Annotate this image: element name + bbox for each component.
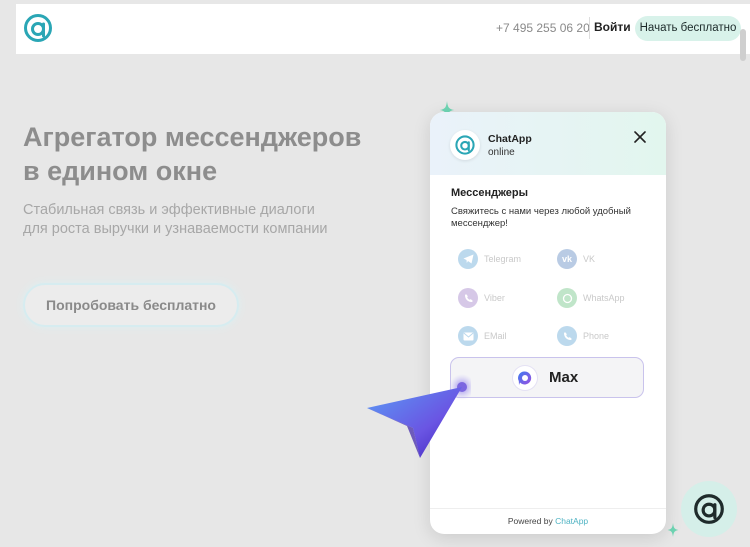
scrollbar-thumb[interactable] — [740, 29, 746, 61]
widget-header: ChatApp online — [430, 112, 666, 175]
messenger-phone[interactable]: Phone — [557, 325, 609, 347]
chat-widget: ChatApp online Мессенджеры Свяжитесь с н… — [430, 112, 666, 534]
viber-icon — [458, 288, 478, 308]
whatsapp-icon — [557, 288, 577, 308]
vk-icon: vk — [557, 249, 577, 269]
telegram-icon — [458, 249, 478, 269]
sparkle-icon — [667, 523, 679, 537]
max-messenger-button[interactable]: Max — [450, 357, 644, 398]
messenger-vk[interactable]: vk VK — [557, 248, 595, 270]
messenger-label: Phone — [583, 331, 610, 341]
messenger-label: WhatsApp — [583, 293, 625, 303]
hero-subtitle-line: для роста выручки и узнаваемости компани… — [23, 221, 328, 237]
messenger-email[interactable]: EMail — [458, 325, 507, 347]
login-link[interactable]: Войти — [594, 20, 631, 34]
cursor-pointer-icon — [367, 374, 471, 458]
messenger-whatsapp[interactable]: WhatsApp — [557, 287, 625, 309]
hero-title-line: в едином окне — [23, 156, 218, 186]
chatapp-logo-icon[interactable] — [22, 12, 54, 44]
header-divider — [589, 17, 590, 39]
widget-status: online — [488, 147, 515, 158]
hero-subtitle-line: Стабильная связь и эффективные диалоги — [23, 202, 315, 218]
powered-by-brand[interactable]: ChatApp — [555, 516, 588, 526]
hero-subtitle: Стабильная связь и эффективные диалоги д… — [23, 201, 403, 239]
try-free-button[interactable]: Попробовать бесплатно — [23, 283, 239, 327]
chat-launcher-button[interactable] — [681, 481, 737, 537]
close-icon[interactable] — [633, 130, 647, 144]
messenger-viber[interactable]: Viber — [458, 287, 505, 309]
messengers-title: Мессенджеры — [451, 187, 528, 199]
site-header: +7 495 255 06 20 Войти Начать бесплатно — [16, 4, 750, 54]
chatapp-logo-icon — [455, 135, 475, 155]
powered-by: Powered by ChatApp — [430, 516, 666, 526]
max-label: Max — [549, 369, 579, 386]
max-icon — [513, 366, 537, 390]
hero-title-line: Агрегатор мессенджеров — [23, 122, 362, 152]
messenger-label: Telegram — [484, 254, 522, 264]
messenger-label: Viber — [484, 293, 505, 303]
widget-title: ChatApp — [488, 133, 532, 145]
chatapp-logo-icon — [694, 494, 724, 524]
start-free-button[interactable]: Начать бесплатно — [635, 16, 741, 41]
widget-avatar — [450, 130, 480, 160]
phone-icon — [557, 326, 577, 346]
messengers-description: Свяжитесь с нами через любой удобный мес… — [451, 206, 631, 229]
messenger-label: VK — [583, 254, 596, 264]
powered-by-prefix: Powered by — [507, 516, 553, 526]
messenger-telegram[interactable]: Telegram — [458, 248, 521, 270]
widget-footer-divider — [430, 508, 666, 509]
messenger-label: EMail — [484, 331, 507, 341]
hero-title: Агрегатор мессенджеров в едином окне — [23, 120, 423, 188]
mail-icon — [458, 326, 478, 346]
phone-number[interactable]: +7 495 255 06 20 — [496, 21, 590, 35]
